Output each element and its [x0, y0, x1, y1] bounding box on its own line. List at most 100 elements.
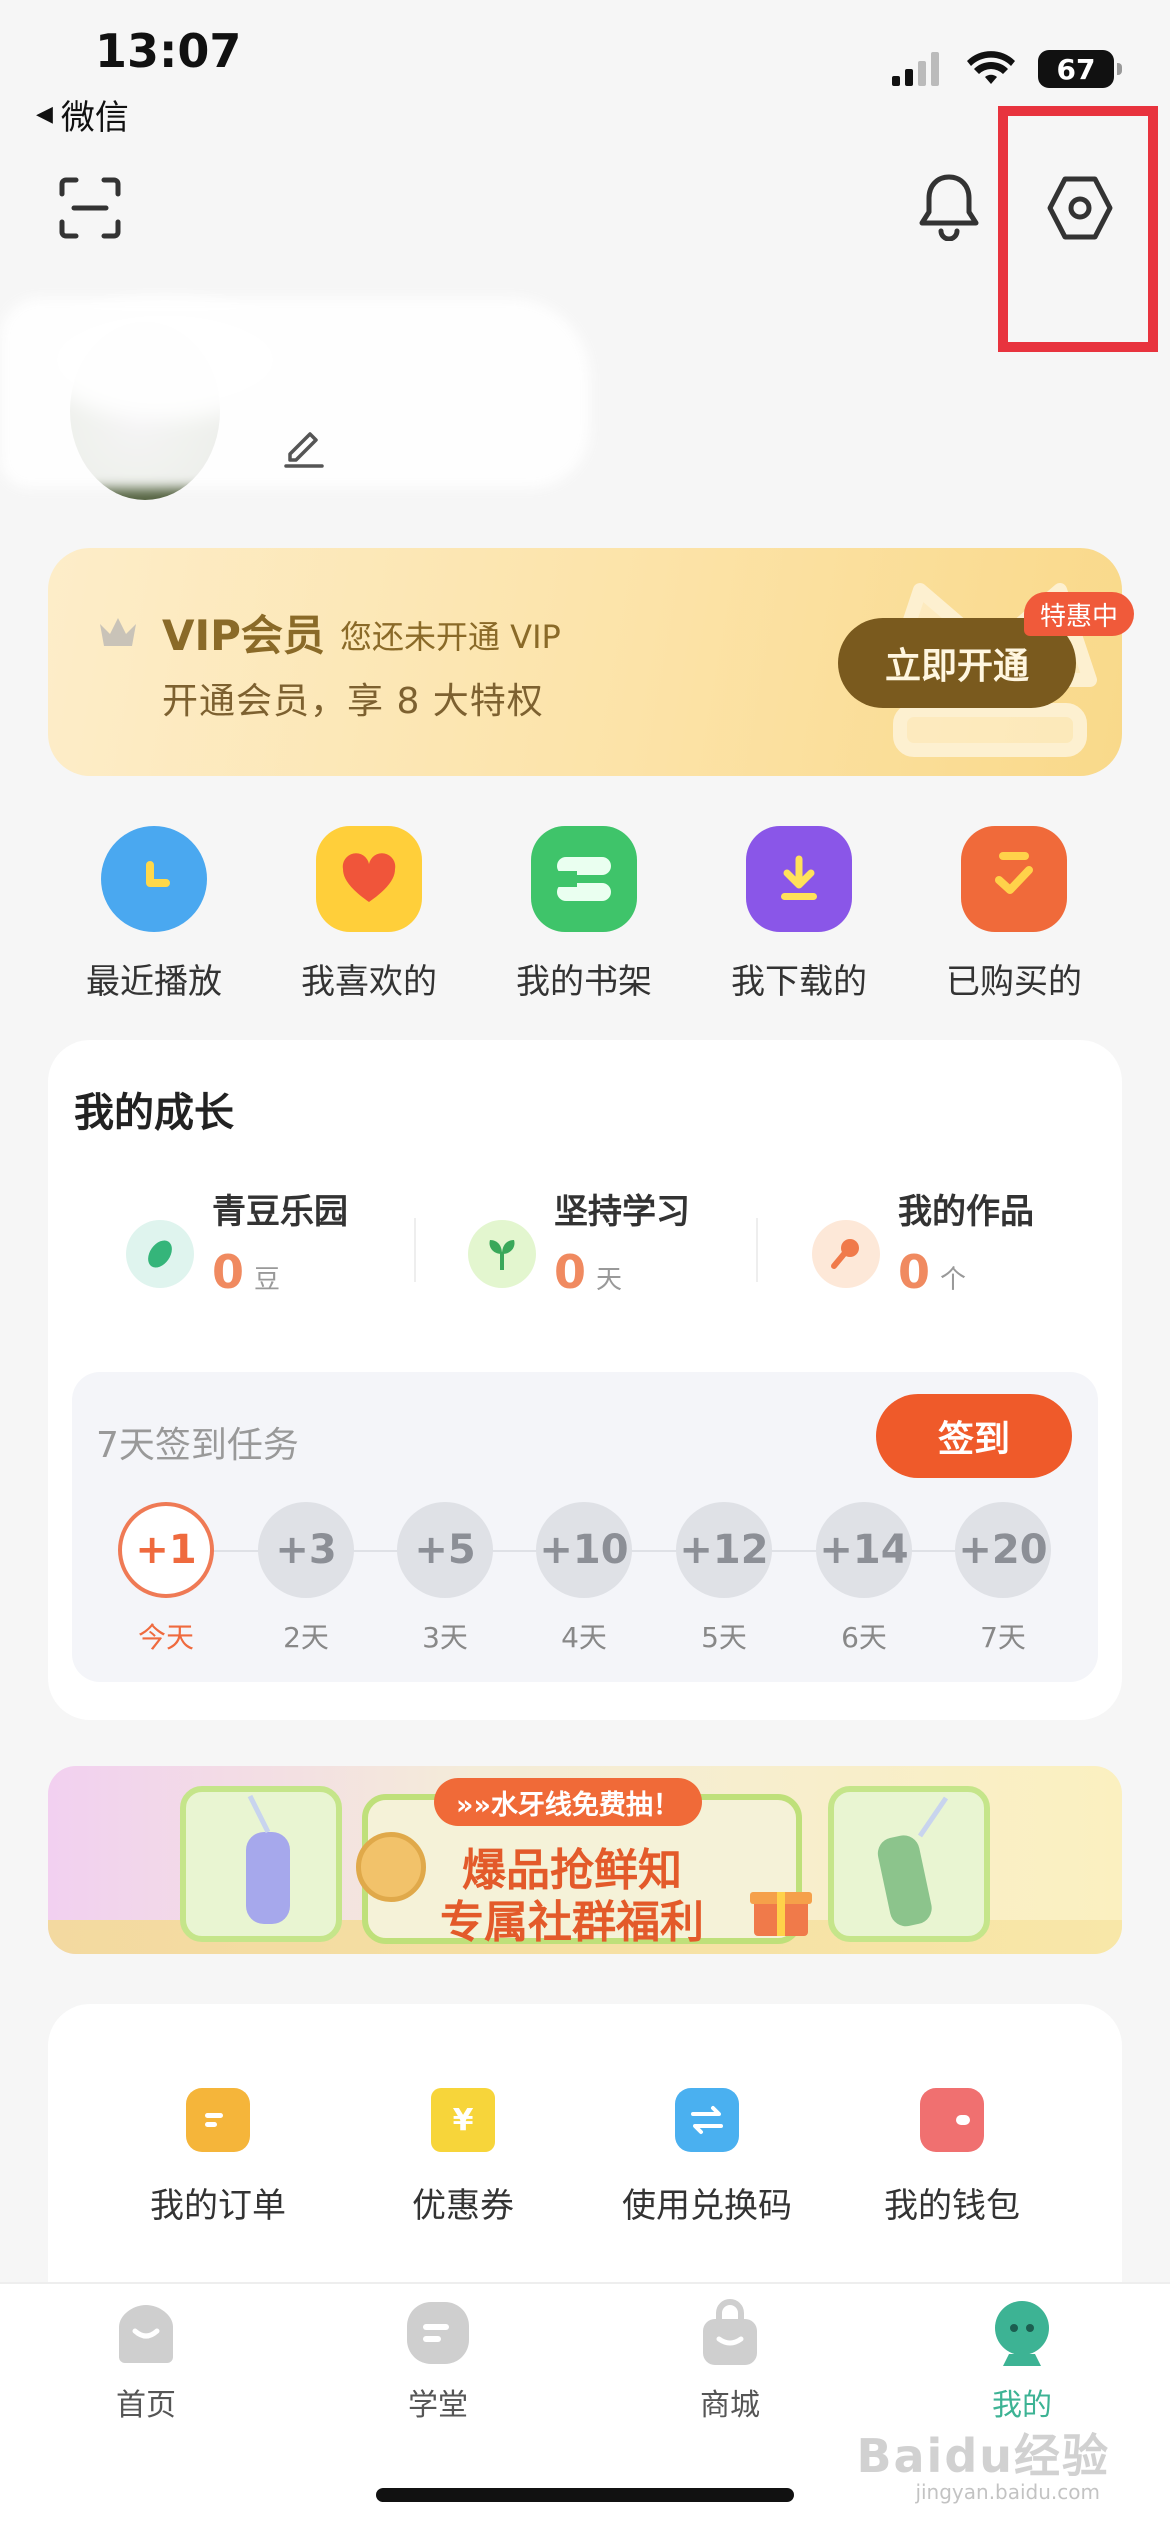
purchased-icon — [961, 826, 1067, 932]
tab-label: 商城 — [700, 2388, 760, 2423]
stat-my-works[interactable]: 我的作品 0 个 — [812, 1184, 1034, 1299]
water-flosser-icon — [246, 1794, 290, 1924]
profile-icon — [989, 2300, 1055, 2366]
stat-bean-park[interactable]: 青豆乐园 0 豆 — [126, 1184, 348, 1299]
quick-action-liked[interactable]: 我喜欢的 — [289, 826, 449, 1003]
battery-level: 67 — [1056, 52, 1096, 86]
day-label: 2天 — [283, 1621, 329, 1654]
heart-icon — [316, 826, 422, 932]
service-orders[interactable]: 我的订单 — [108, 2088, 328, 2227]
vip-description: 开通会员，享 8 大特权 — [162, 681, 544, 722]
vip-status: 您还未开通 VIP — [340, 618, 561, 656]
wallet-icon — [920, 2088, 984, 2152]
coin-icon — [356, 1832, 426, 1902]
day-points: +3 — [258, 1502, 354, 1598]
baidu-watermark-url: jingyan.baidu.com — [915, 2480, 1100, 2504]
day-points: +14 — [816, 1502, 912, 1598]
day-points: +5 — [397, 1502, 493, 1598]
checkin-day: +3 2天 — [258, 1502, 354, 1656]
stat-unit: 个 — [940, 1265, 967, 1295]
vip-crown-icon — [96, 612, 140, 656]
clock-icon — [101, 826, 207, 932]
quick-action-downloads[interactable]: 我下载的 — [719, 826, 879, 1003]
back-to-app-link[interactable]: ◀ 微信 — [36, 90, 129, 139]
service-label: 我的订单 — [150, 2186, 286, 2226]
day-label: 7天 — [980, 1621, 1026, 1654]
day-points: +12 — [676, 1502, 772, 1598]
stat-value: 0 — [212, 1245, 245, 1299]
service-redeem-code[interactable]: 使用兑换码 — [597, 2088, 817, 2227]
quick-action-label: 我下载的 — [731, 962, 867, 1002]
water-flosser-icon — [877, 1796, 949, 1927]
stat-unit: 天 — [596, 1265, 623, 1295]
stat-keep-learning[interactable]: 坚持学习 0 天 — [468, 1184, 690, 1299]
gift-box-icon — [748, 1878, 814, 1942]
quick-action-bookshelf[interactable]: 我的书架 — [504, 826, 664, 1003]
stat-label: 坚持学习 — [554, 1192, 690, 1232]
quick-action-label: 我的书架 — [516, 962, 652, 1002]
vip-title: VIP会员 — [162, 611, 325, 660]
highlight-annotation-box — [998, 106, 1158, 352]
edit-pencil-icon — [284, 432, 324, 468]
status-indicators: 67 — [892, 50, 1122, 88]
notifications-button[interactable] — [912, 166, 986, 246]
tab-school[interactable]: 学堂 — [338, 2300, 538, 2424]
product-image-right — [828, 1786, 990, 1942]
day-label: 4天 — [561, 1621, 607, 1654]
day-label: 今天 — [137, 1621, 194, 1654]
tab-label: 学堂 — [408, 2388, 468, 2423]
tab-shop[interactable]: 商城 — [630, 2299, 830, 2424]
service-label: 我的钱包 — [884, 2186, 1020, 2226]
checkin-day: +10 4天 — [536, 1502, 632, 1656]
checkin-day: +20 7天 — [955, 1502, 1051, 1656]
back-app-label: 微信 — [60, 98, 129, 138]
tab-profile[interactable]: 我的 — [922, 2300, 1122, 2424]
quick-action-label: 我喜欢的 — [301, 962, 437, 1002]
promo-subheadline: 专属社群福利 — [440, 1897, 704, 1948]
stat-label: 我的作品 — [898, 1192, 1034, 1232]
quick-action-purchased[interactable]: 已购买的 — [934, 826, 1094, 1003]
checkin-day: +14 6天 — [816, 1502, 912, 1656]
order-icon — [186, 2088, 250, 2152]
back-triangle-icon: ◀ — [36, 102, 53, 127]
day-points: +20 — [955, 1502, 1051, 1598]
bell-icon — [919, 174, 979, 241]
download-icon — [746, 826, 852, 932]
tab-label: 我的 — [992, 2388, 1052, 2423]
day-label: 3天 — [422, 1621, 468, 1654]
scan-icon — [59, 177, 121, 239]
home-icon — [113, 2300, 179, 2366]
checkin-day: +12 5天 — [676, 1502, 772, 1656]
edit-profile-button[interactable] — [282, 424, 326, 472]
checkin-task-title: 7天签到任务 — [96, 1425, 299, 1466]
battery-indicator: 67 — [1038, 50, 1122, 88]
scan-button[interactable] — [54, 172, 126, 244]
tab-home[interactable]: 首页 — [46, 2300, 246, 2424]
stat-unit: 豆 — [254, 1265, 281, 1295]
stat-divider — [414, 1218, 416, 1282]
bookshelf-icon — [531, 826, 637, 932]
growth-title: 我的成长 — [74, 1090, 234, 1136]
day-label: 5天 — [701, 1621, 747, 1654]
quick-action-label: 最近播放 — [86, 962, 222, 1002]
bean-icon — [126, 1220, 194, 1288]
status-time: 13:07 — [95, 24, 242, 78]
baidu-watermark: Baidu经验 — [856, 2429, 1110, 2483]
service-wallet[interactable]: 我的钱包 — [842, 2088, 1062, 2227]
stat-value: 0 — [554, 1245, 587, 1299]
sprout-icon — [468, 1220, 536, 1288]
exchange-icon — [675, 2088, 739, 2152]
checkin-button[interactable]: 签到 — [876, 1394, 1072, 1478]
quick-action-recent[interactable]: 最近播放 — [74, 826, 234, 1003]
wifi-icon — [967, 51, 1015, 84]
signal-icon — [892, 52, 939, 86]
day-points: +1 — [118, 1502, 214, 1598]
checkin-day: +1 今天 — [118, 1502, 214, 1656]
stat-divider — [756, 1218, 758, 1282]
home-indicator[interactable] — [376, 2488, 794, 2502]
school-icon — [405, 2300, 471, 2366]
stat-label: 青豆乐园 — [212, 1192, 348, 1232]
service-coupons[interactable]: ¥ 优惠券 — [353, 2088, 573, 2227]
tab-label: 首页 — [116, 2388, 176, 2423]
coupon-icon: ¥ — [431, 2088, 495, 2152]
